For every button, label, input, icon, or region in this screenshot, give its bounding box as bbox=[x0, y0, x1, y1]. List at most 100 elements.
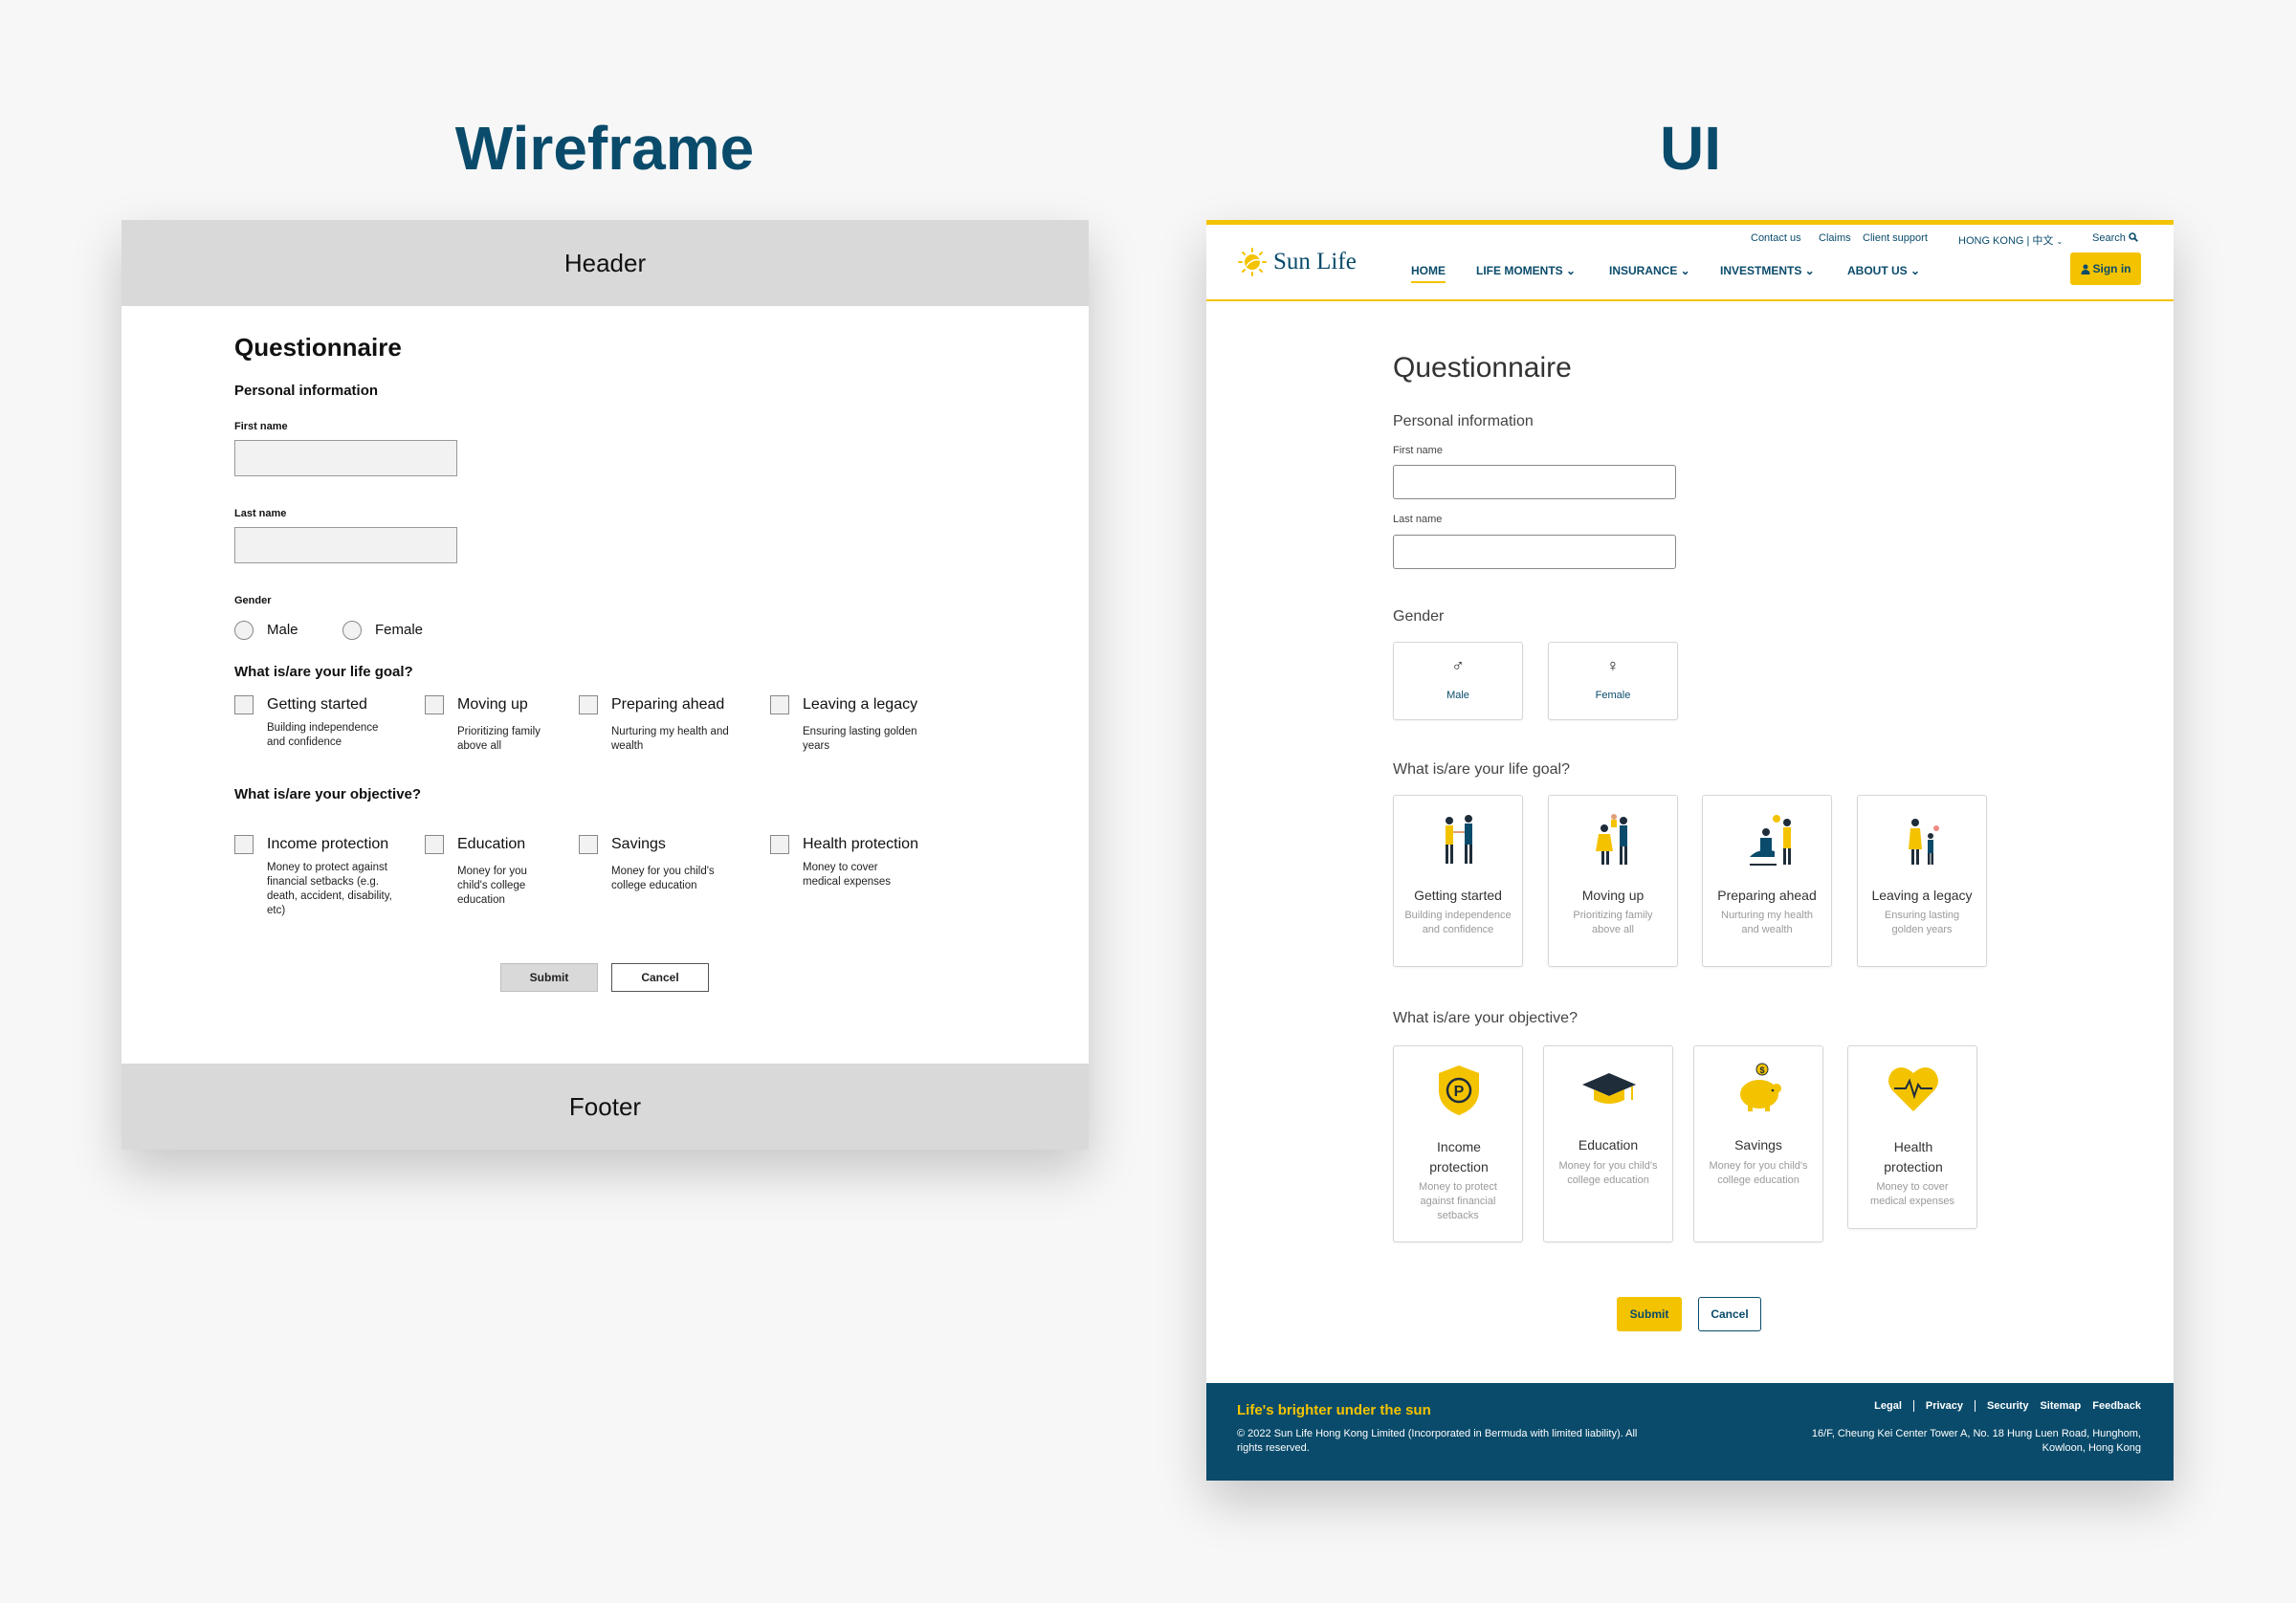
first-name-field[interactable] bbox=[1393, 465, 1676, 499]
couple-seated-icon bbox=[1750, 815, 1791, 866]
utility-link-contact[interactable]: Contact us bbox=[1751, 232, 1801, 244]
life-goal-card-leaving-legacy[interactable]: Leaving a legacy Ensuring lasting golden… bbox=[1857, 795, 1987, 967]
search-link[interactable]: Search bbox=[2092, 232, 2138, 244]
language-selector[interactable]: HONG KONG | 中文 ⌄ bbox=[1958, 232, 2063, 248]
footer-tagline: Life's brighter under the sun bbox=[1237, 1402, 1431, 1418]
wireframe-radio-female[interactable] bbox=[342, 621, 362, 640]
sun-life-logo[interactable]: Sun Life bbox=[1237, 247, 1357, 277]
gender-card-female-label: Female bbox=[1595, 690, 1631, 701]
sign-in-button[interactable]: Sign in bbox=[2070, 253, 2141, 285]
wireframe-checkbox-income-protection[interactable] bbox=[234, 835, 254, 854]
objective-card-education[interactable]: Education Money for you child's college … bbox=[1543, 1045, 1673, 1242]
male-icon: ♂ bbox=[1451, 656, 1465, 675]
nav-about-us[interactable]: ABOUT US ⌄ bbox=[1847, 264, 1920, 277]
utility-link-claims[interactable]: Claims bbox=[1819, 232, 1851, 244]
gender-card-female[interactable]: ♀ Female bbox=[1548, 642, 1678, 720]
wireframe-first-name-label: First name bbox=[234, 421, 288, 432]
wireframe-goal-title: Moving up bbox=[457, 696, 528, 713]
footer-link-security[interactable]: Security bbox=[1987, 1400, 2028, 1412]
svg-text:$: $ bbox=[1759, 1065, 1764, 1075]
language-selector-label: HONG KONG | 中文 bbox=[1958, 235, 2054, 247]
gender-card-male[interactable]: ♂ Male bbox=[1393, 642, 1523, 720]
wireframe-goal-desc: Nurturing my health and wealth bbox=[611, 726, 729, 752]
wireframe-submit-button[interactable]: Submit bbox=[500, 963, 598, 992]
wireframe-objective-desc: Money to protect against financial setba… bbox=[267, 862, 392, 916]
nav-insurance[interactable]: INSURANCE ⌄ bbox=[1609, 264, 1690, 277]
last-name-field[interactable] bbox=[1393, 535, 1676, 569]
wireframe-title: Questionnaire bbox=[234, 333, 402, 362]
chevron-down-icon: ⌄ bbox=[1677, 264, 1690, 277]
site-footer: Life's brighter under the sun © 2022 Sun… bbox=[1206, 1383, 2174, 1481]
nav-insurance-label: INSURANCE bbox=[1609, 264, 1678, 277]
wireframe-objective-title: Savings bbox=[611, 836, 666, 852]
life-goal-card-getting-started[interactable]: Getting started Building independence an… bbox=[1393, 795, 1523, 967]
submit-button[interactable]: Submit bbox=[1617, 1297, 1682, 1331]
handshake-people-icon bbox=[1446, 815, 1472, 864]
wireframe-personal-heading: Personal information bbox=[234, 383, 379, 399]
objective-title: Income protection bbox=[1429, 1139, 1489, 1175]
nav-life-moments[interactable]: LIFE MOMENTS ⌄ bbox=[1476, 264, 1576, 277]
wireframe-goal-title: Leaving a legacy bbox=[803, 696, 918, 713]
life-goal-desc: Building independence and confidence bbox=[1404, 910, 1512, 935]
first-name-label: First name bbox=[1393, 445, 1443, 456]
footer-link-legal[interactable]: Legal bbox=[1874, 1400, 1914, 1412]
life-goal-card-moving-up[interactable]: Moving up Prioritizing family above all bbox=[1548, 795, 1678, 967]
utility-link-client-support[interactable]: Client support bbox=[1863, 232, 1928, 244]
wireframe-objective-desc: Money for you child's college education bbox=[457, 866, 527, 906]
life-goal-card-preparing-ahead[interactable]: Preparing ahead Nurturing my health and … bbox=[1702, 795, 1832, 967]
nav-investments[interactable]: INVESTMENTS ⌄ bbox=[1720, 264, 1815, 277]
wireframe-goal-desc: Prioritizing family above all bbox=[457, 726, 541, 752]
family-icon bbox=[1596, 814, 1627, 865]
graduation-cap-icon bbox=[1582, 1073, 1636, 1104]
footer-links: Legal Privacy Security Sitemap Feedback bbox=[1874, 1400, 2141, 1412]
gender-card-male-label: Male bbox=[1446, 690, 1469, 701]
wireframe-cancel-button[interactable]: Cancel bbox=[611, 963, 709, 992]
wireframe-checkbox-moving-up[interactable] bbox=[425, 695, 444, 714]
header-divider bbox=[1206, 299, 2174, 301]
objective-title: Health protection bbox=[1884, 1139, 1943, 1175]
objective-desc: Money to protect against financial setba… bbox=[1419, 1181, 1497, 1221]
footer-address: 16/F, Cheung Kei Center Tower A, No. 18 … bbox=[1811, 1428, 2141, 1454]
last-name-label: Last name bbox=[1393, 514, 1443, 525]
life-goal-question: What is/are your life goal? bbox=[1393, 761, 1570, 778]
female-icon: ♀ bbox=[1606, 656, 1620, 675]
wireframe-radio-male[interactable] bbox=[234, 621, 254, 640]
ui-heading: UI bbox=[1660, 114, 1721, 183]
wireframe-goal-title: Getting started bbox=[267, 696, 367, 713]
wireframe-checkbox-leaving-legacy[interactable] bbox=[770, 695, 789, 714]
wireframe-first-name-field[interactable] bbox=[234, 440, 457, 476]
wireframe-header: Header bbox=[121, 220, 1089, 306]
brand-top-stripe bbox=[1206, 220, 2174, 225]
chevron-down-icon: ⌄ bbox=[1907, 264, 1921, 277]
footer-link-sitemap[interactable]: Sitemap bbox=[2040, 1400, 2081, 1412]
wireframe-checkbox-getting-started[interactable] bbox=[234, 695, 254, 714]
nav-life-moments-label: LIFE MOMENTS bbox=[1476, 264, 1563, 277]
objective-card-savings[interactable]: $ Savings Money for you child's college … bbox=[1693, 1045, 1823, 1242]
objective-card-income-protection[interactable]: P Income protection Money to protect aga… bbox=[1393, 1045, 1523, 1242]
objective-card-health-protection[interactable]: Health protection Money to cover medical… bbox=[1847, 1045, 1977, 1229]
life-goal-title: Getting started bbox=[1414, 888, 1502, 903]
wireframe-gender-label: Gender bbox=[234, 595, 272, 606]
wireframe-radio-female-label: Female bbox=[375, 622, 424, 638]
footer-link-privacy[interactable]: Privacy bbox=[1926, 1400, 1976, 1412]
chevron-down-icon: ⌄ bbox=[1562, 264, 1577, 277]
wireframe-objective-desc: Money to cover medical expenses bbox=[803, 862, 892, 888]
nav-home[interactable]: HOME bbox=[1411, 264, 1446, 283]
footer-link-feedback[interactable]: Feedback bbox=[2092, 1400, 2141, 1412]
objective-title: Savings bbox=[1734, 1137, 1782, 1153]
ui-panel: Contact us Claims Client support HONG KO… bbox=[1206, 220, 2174, 1481]
wireframe-checkbox-savings[interactable] bbox=[579, 835, 598, 854]
footer-copyright: © 2022 Sun Life Hong Kong Limited (Incor… bbox=[1237, 1428, 1638, 1454]
wireframe-last-name-field[interactable] bbox=[234, 527, 457, 563]
cancel-button[interactable]: Cancel bbox=[1698, 1297, 1761, 1331]
wireframe-checkbox-health-protection[interactable] bbox=[770, 835, 789, 854]
gender-heading: Gender bbox=[1393, 608, 1445, 625]
wireframe-panel: Header Questionnaire Personal informatio… bbox=[121, 220, 1089, 1150]
wireframe-objective-title: Education bbox=[457, 836, 526, 852]
shield-icon: P bbox=[1439, 1065, 1479, 1115]
life-goal-title: Leaving a legacy bbox=[1871, 888, 1973, 903]
wireframe-goal-desc: Building independence and confidence bbox=[267, 722, 379, 748]
wireframe-goal-title: Preparing ahead bbox=[611, 696, 725, 713]
wireframe-checkbox-preparing-ahead[interactable] bbox=[579, 695, 598, 714]
wireframe-checkbox-education[interactable] bbox=[425, 835, 444, 854]
